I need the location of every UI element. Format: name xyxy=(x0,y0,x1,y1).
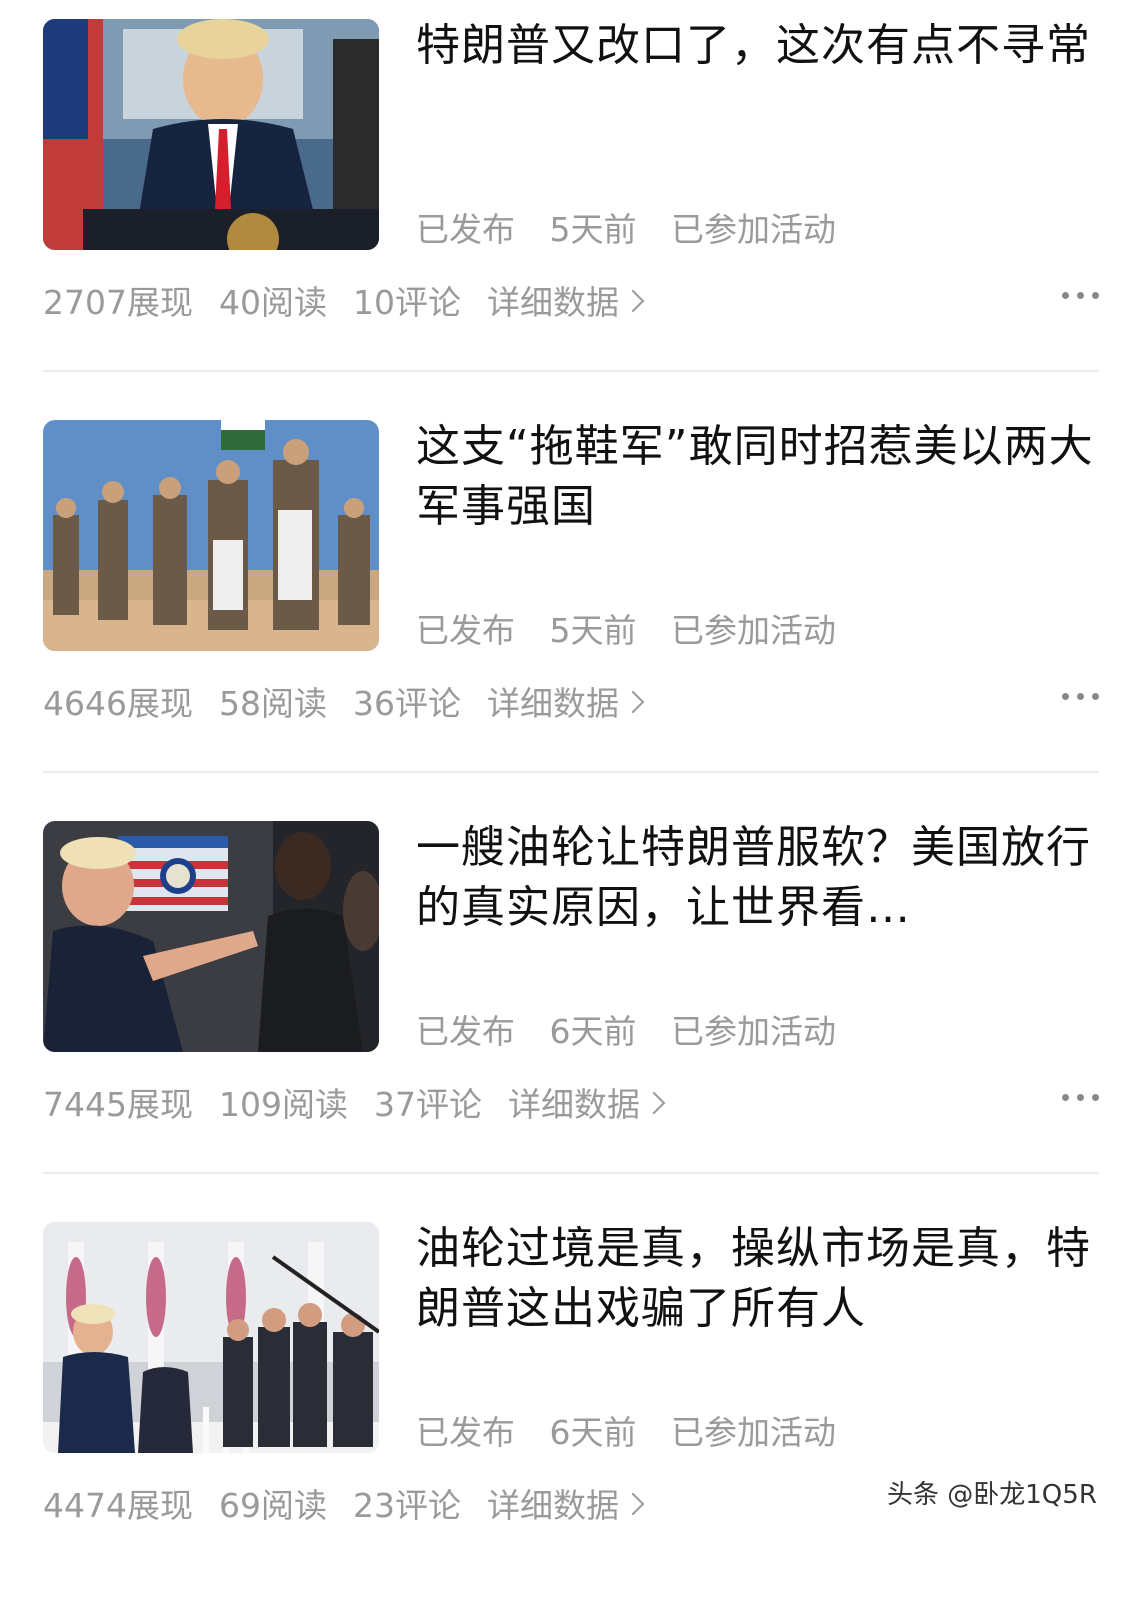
article-thumbnail[interactable] xyxy=(43,1222,379,1453)
more-options-icon[interactable] xyxy=(1062,1094,1099,1101)
article-title[interactable]: 这支“拖鞋军”敢同时招惹美以两大军事强国 xyxy=(416,417,1096,537)
publish-time: 6天前 xyxy=(549,1012,637,1051)
article-title[interactable]: 油轮过境是真，操纵市场是真，特朗普这出戏骗了所有人 xyxy=(416,1219,1096,1339)
article-thumbnail[interactable] xyxy=(43,19,379,250)
chevron-right-icon[interactable] xyxy=(621,1492,645,1516)
article-item[interactable]: 特朗普又改口了，这次有点不寻常 已发布 5天前 已参加活动 2707展现 40阅… xyxy=(0,0,1147,402)
comments-count: 10评论 xyxy=(352,283,461,322)
article-thumbnail[interactable] xyxy=(43,420,379,651)
article-stats: 2707展现 40阅读 10评论 详细数据 xyxy=(43,276,645,324)
divider xyxy=(43,370,1099,372)
views-count: 2707展现 xyxy=(43,283,193,322)
watermark: 头条 @卧龙1Q5R xyxy=(887,1480,1097,1510)
article-meta: 已发布 5天前 已参加活动 xyxy=(416,604,860,652)
comments-count: 23评论 xyxy=(352,1486,461,1525)
details-link[interactable]: 详细数据 xyxy=(487,1479,619,1527)
reads-count: 69阅读 xyxy=(218,1486,327,1525)
chevron-right-icon[interactable] xyxy=(642,1091,666,1115)
publish-time: 5天前 xyxy=(549,210,637,249)
activity-status: 已参加活动 xyxy=(671,210,836,249)
details-link[interactable]: 详细数据 xyxy=(487,276,619,324)
article-meta: 已发布 6天前 已参加活动 xyxy=(416,1406,860,1454)
reads-count: 109阅读 xyxy=(218,1085,348,1124)
activity-status: 已参加活动 xyxy=(671,1413,836,1452)
divider xyxy=(43,1172,1099,1174)
details-link[interactable]: 详细数据 xyxy=(487,677,619,725)
chevron-right-icon[interactable] xyxy=(621,289,645,313)
article-item[interactable]: 一艘油轮让特朗普服软？美国放行的真实原因，让世界看… 已发布 6天前 已参加活动… xyxy=(0,802,1147,1204)
article-thumbnail[interactable] xyxy=(43,821,379,1052)
reads-count: 40阅读 xyxy=(218,283,327,322)
publish-time: 5天前 xyxy=(549,611,637,650)
article-item[interactable]: 这支“拖鞋军”敢同时招惹美以两大军事强国 已发布 5天前 已参加活动 4646展… xyxy=(0,401,1147,803)
more-options-icon[interactable] xyxy=(1062,292,1099,299)
views-count: 4646展现 xyxy=(43,684,193,723)
publish-status: 已发布 xyxy=(416,611,515,650)
activity-status: 已参加活动 xyxy=(671,611,836,650)
article-meta: 已发布 5天前 已参加活动 xyxy=(416,203,860,251)
more-options-icon[interactable] xyxy=(1062,693,1099,700)
article-item[interactable]: 油轮过境是真，操纵市场是真，特朗普这出戏骗了所有人 已发布 6天前 已参加活动 … xyxy=(0,1203,1147,1605)
views-count: 7445展现 xyxy=(43,1085,193,1124)
divider xyxy=(43,771,1099,773)
chevron-right-icon[interactable] xyxy=(621,690,645,714)
comments-count: 36评论 xyxy=(352,684,461,723)
comments-count: 37评论 xyxy=(373,1085,482,1124)
article-title[interactable]: 一艘油轮让特朗普服软？美国放行的真实原因，让世界看… xyxy=(416,818,1096,938)
views-count: 4474展现 xyxy=(43,1486,193,1525)
publish-time: 6天前 xyxy=(549,1413,637,1452)
publish-status: 已发布 xyxy=(416,1413,515,1452)
publish-status: 已发布 xyxy=(416,1012,515,1051)
article-stats: 4474展现 69阅读 23评论 详细数据 xyxy=(43,1479,645,1527)
details-link[interactable]: 详细数据 xyxy=(508,1078,640,1126)
article-meta: 已发布 6天前 已参加活动 xyxy=(416,1005,860,1053)
article-stats: 4646展现 58阅读 36评论 详细数据 xyxy=(43,677,645,725)
activity-status: 已参加活动 xyxy=(671,1012,836,1051)
article-title[interactable]: 特朗普又改口了，这次有点不寻常 xyxy=(416,16,1096,76)
article-stats: 7445展现 109阅读 37评论 详细数据 xyxy=(43,1078,666,1126)
publish-status: 已发布 xyxy=(416,210,515,249)
reads-count: 58阅读 xyxy=(218,684,327,723)
